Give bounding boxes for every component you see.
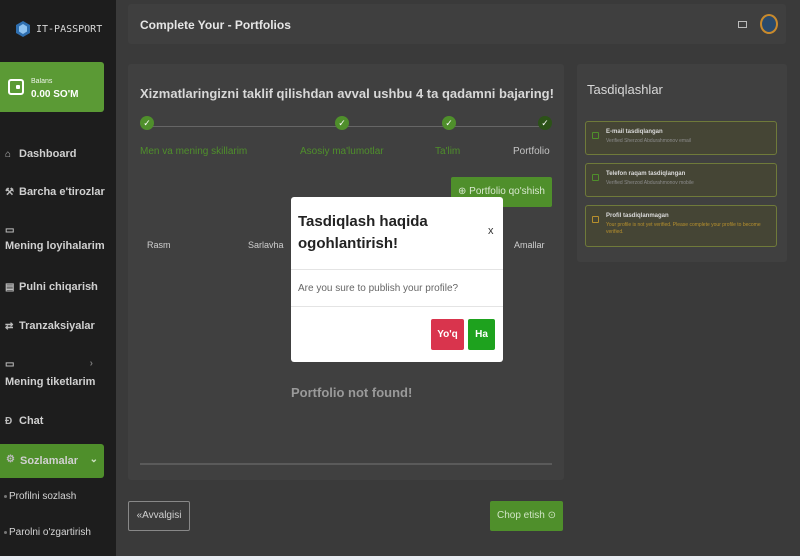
empty-state-message: Portfolio not found! xyxy=(291,385,413,400)
print-button[interactable]: Chop etish ⊙ xyxy=(490,501,563,531)
sidebar-item-projects[interactable]: ▭ Mening loyihalarim xyxy=(5,224,109,252)
verifications-title: Tasdiqlashlar xyxy=(587,82,663,97)
home-icon: ⌂ xyxy=(5,149,12,160)
sidebar-subitem-profile[interactable]: Profilni sozlash xyxy=(4,491,76,502)
check-circle-icon: ⊙ xyxy=(547,510,556,521)
step-check-icon: ✓ xyxy=(335,116,349,130)
dialog-message: Are you sure to publish your profile? xyxy=(298,283,459,294)
verification-subtitle: Verified Sherzod Abdurahmonov email xyxy=(606,138,692,144)
plus-circle-icon: ⊕ xyxy=(457,186,467,197)
sidebar-subitem-label: Profilni sozlash xyxy=(9,491,77,502)
verification-subtitle: Verified Sherzod Abdurahmonov mobile xyxy=(606,180,694,186)
sidebar-item-chat[interactable]: Ð Chat xyxy=(5,415,109,427)
logo-icon xyxy=(16,21,30,37)
verification-email: E-mail tasdiqlangan Verified Sherzod Abd… xyxy=(585,121,777,155)
steps-heading: Xizmatlaringizni taklif qilishdan avval … xyxy=(140,86,554,101)
page-title: Complete Your - Portfolios xyxy=(140,18,291,32)
bullet-icon xyxy=(4,494,7,498)
step-check-icon: ✓ xyxy=(442,116,456,130)
verification-title: Telefon raqam tasdiqlangan xyxy=(606,171,686,177)
verification-title: E-mail tasdiqlangan xyxy=(606,129,663,135)
card-icon: ▤ xyxy=(5,282,15,293)
column-header-title: Sarlavha xyxy=(248,240,284,250)
verification-profile: Profil tasdiqlanmagan Your profile is no… xyxy=(585,205,777,247)
divider xyxy=(291,269,503,270)
sidebar-item-label: Pulni chiqarish xyxy=(19,281,98,293)
chat-icon: Ð xyxy=(5,416,13,427)
bullet-icon xyxy=(4,530,7,534)
column-header-actions: Amallar xyxy=(514,240,545,250)
step-skills[interactable]: Men va mening skillarim xyxy=(140,146,247,157)
step-check-icon: ✓ xyxy=(538,116,552,130)
no-button[interactable]: Yo'q xyxy=(431,319,464,350)
verification-phone: Telefon raqam tasdiqlangan Verified Sher… xyxy=(585,163,777,197)
taskbar-strip xyxy=(0,556,800,560)
add-portfolio-label: Portfolio qo'shish xyxy=(469,186,545,197)
sidebar-item-label: Dashboard xyxy=(19,148,77,160)
sidebar-item-label: Mening loyihalarim xyxy=(5,240,105,252)
hammer-icon: ⚒ xyxy=(5,187,14,198)
logo-text: IT-PASSPORT xyxy=(36,23,103,35)
step-education[interactable]: Ta'lim xyxy=(435,146,460,157)
verifications-card: Tasdiqlashlar E-mail tasdiqlangan Verifi… xyxy=(577,64,787,262)
yes-button[interactable]: Ha xyxy=(468,319,495,350)
chevron-down-icon: ⌄ xyxy=(89,454,98,465)
divider xyxy=(291,306,503,307)
sidebar-subitem-password[interactable]: Parolni o'zgartirish xyxy=(4,527,91,538)
balance-label: Balans xyxy=(31,78,53,85)
sidebar-item-settings[interactable]: ⚙ Sozlamalar ⌄ xyxy=(0,444,104,478)
profile-warning-icon xyxy=(592,216,599,223)
close-icon[interactable]: x xyxy=(488,225,494,237)
balance-value: 0.00 SO'M xyxy=(31,89,79,100)
sidebar-item-label: Sozlamalar xyxy=(20,455,79,467)
chevron-right-icon: › xyxy=(89,358,93,369)
sidebar-item-withdraw[interactable]: ▤ Pulni chiqarish › xyxy=(5,281,109,293)
transfer-icon: ⇄ xyxy=(5,321,14,332)
email-check-icon xyxy=(592,132,599,139)
phone-check-icon xyxy=(592,174,599,181)
verification-subtitle: Your profile is not yet verified. Please… xyxy=(606,222,761,235)
balance-card: Balans 0.00 SO'M xyxy=(0,62,104,112)
confirm-dialog: Tasdiqlash haqida ogohlantirish! x Are y… xyxy=(291,197,503,362)
sidebar-item-dashboard[interactable]: ⌂ Dashboard xyxy=(5,148,109,160)
step-check-icon: ✓ xyxy=(140,116,154,130)
avatar[interactable] xyxy=(760,14,778,34)
verification-title: Profil tasdiqlanmagan xyxy=(606,213,669,219)
mail-icon[interactable] xyxy=(738,21,747,28)
briefcase-icon: ▭ xyxy=(5,225,15,236)
step-basic-info[interactable]: Asosiy ma'lumotlar xyxy=(300,146,384,157)
step-portfolio[interactable]: Portfolio xyxy=(513,146,550,157)
sidebar-item-label: Chat xyxy=(19,415,44,427)
sidebar-subitem-label: Parolni o'zgartirish xyxy=(9,527,91,538)
wallet-icon xyxy=(8,79,24,95)
sidebar: IT-PASSPORT Balans 0.00 SO'M ⌂ Dashboard … xyxy=(0,0,116,560)
sidebar-item-objections[interactable]: ⚒ Barcha e'tirozlar xyxy=(5,186,109,198)
sidebar-item-transactions[interactable]: ⇄ Tranzaksiyalar xyxy=(5,320,109,332)
previous-button[interactable]: «Avvalgisi xyxy=(128,501,190,531)
logo[interactable]: IT-PASSPORT xyxy=(14,20,102,38)
sidebar-item-label: Barcha e'tirozlar xyxy=(19,186,105,198)
header: Complete Your - Portfolios xyxy=(128,4,786,44)
sidebar-item-label: Mening tiketlarim xyxy=(5,376,96,388)
print-label: Chop etish xyxy=(497,510,545,521)
previous-label: Avvalgisi xyxy=(142,510,182,521)
table-scrollbar[interactable] xyxy=(140,463,552,465)
sidebar-item-label: Tranzaksiyalar xyxy=(19,320,95,332)
column-header-image: Rasm xyxy=(147,240,171,250)
ticket-icon: ▭ xyxy=(5,359,15,370)
dialog-title: Tasdiqlash haqida ogohlantirish! xyxy=(298,213,428,252)
sidebar-item-tickets[interactable]: ▭ › Mening tiketlarim xyxy=(5,358,109,388)
chevron-right-icon: › xyxy=(89,281,93,292)
gear-icon: ⚙ xyxy=(6,454,15,465)
